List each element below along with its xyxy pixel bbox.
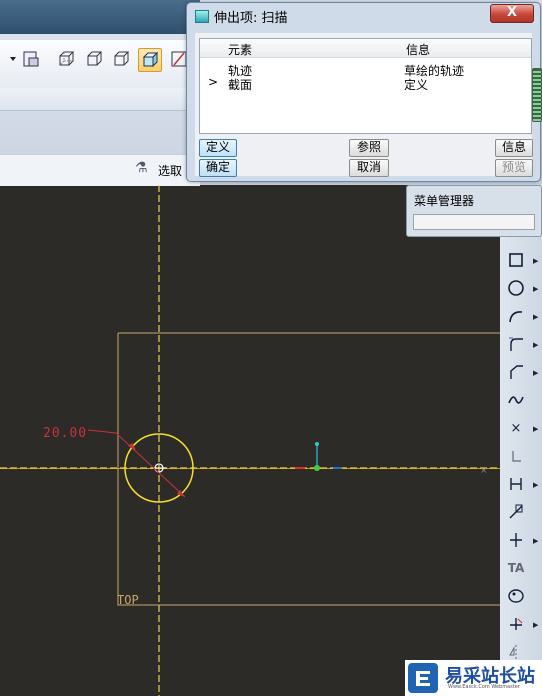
- dialog-title: 伸出项: 扫描: [214, 11, 288, 26]
- row-info: 定义: [404, 78, 429, 92]
- datum-plane-label: TOP: [117, 593, 139, 607]
- sketch-tools-toolbar: ▶ ▶ ▶ ▶ ▶ ▶ × ▶ ▶ ▶ TA ▶: [500, 185, 542, 660]
- close-button[interactable]: X: [490, 4, 534, 23]
- window-titlebar-strip: [0, 0, 200, 34]
- dialog-titlebar[interactable]: 伸出项: 扫描 X: [187, 3, 540, 27]
- dialog-app-icon: [195, 10, 209, 23]
- arc-icon[interactable]: [503, 305, 529, 327]
- watermark: 易采站长站 Www.Easck.Com Webmaster: [405, 660, 542, 696]
- text-icon[interactable]: TA: [503, 557, 529, 579]
- define-button[interactable]: 定义: [199, 139, 237, 157]
- menu-manager-list[interactable]: [413, 214, 535, 230]
- fillet-icon[interactable]: [503, 333, 529, 355]
- coordinate-system-icon[interactable]: [503, 445, 529, 467]
- palette-icon[interactable]: [503, 585, 529, 607]
- modify-icon[interactable]: [503, 501, 529, 523]
- scrollbar-grip[interactable]: [532, 68, 542, 122]
- constraint-icon[interactable]: [503, 529, 529, 551]
- column-header-element: 元素: [228, 43, 253, 57]
- reference-button[interactable]: 参照: [349, 139, 389, 157]
- menu-manager-title: 菜单管理器: [414, 194, 475, 208]
- element-table: 元素 信息 轨迹 草绘的轨迹 > 截面 定义: [199, 38, 532, 134]
- circle-icon[interactable]: [503, 277, 529, 299]
- trim-icon[interactable]: [503, 613, 529, 635]
- datum-plane-frame: [117, 332, 500, 606]
- wireframe-icon[interactable]: [55, 48, 77, 70]
- start-point-marker: [314, 465, 320, 471]
- ok-button[interactable]: 确定: [199, 159, 237, 177]
- preview-button[interactable]: 预览: [495, 159, 533, 177]
- table-row[interactable]: 轨迹 草绘的轨迹: [200, 62, 531, 78]
- row-marker: >: [208, 75, 219, 89]
- svg-text:×: ×: [480, 466, 488, 476]
- watermark-logo-icon: [408, 663, 438, 693]
- element-table-header: 元素 信息: [200, 39, 531, 58]
- spline-icon[interactable]: [503, 389, 529, 411]
- no-hidden-icon[interactable]: [110, 48, 132, 70]
- dimension-value-label[interactable]: 20.00: [43, 426, 87, 441]
- shading-icon[interactable]: [138, 48, 162, 72]
- dimension-icon[interactable]: [503, 473, 529, 495]
- view-manager-icon[interactable]: [20, 48, 42, 70]
- sweep-feature-dialog: 伸出项: 扫描 X 元素 信息 轨迹 草绘的轨迹 > 截面 定义 定义 参照 信…: [186, 2, 541, 182]
- point-icon[interactable]: ×: [503, 417, 529, 439]
- watermark-subtitle: Www.Easck.Com Webmaster: [448, 684, 520, 690]
- cancel-button[interactable]: 取消: [349, 159, 389, 177]
- table-row[interactable]: > 截面 定义: [200, 75, 531, 92]
- toolbar-row-secondary: [0, 88, 200, 111]
- row-element: 截面: [228, 78, 253, 92]
- rectangle-icon[interactable]: [503, 249, 529, 271]
- selection-filter-label[interactable]: 选取: [158, 162, 182, 179]
- dimension-leader: [87, 429, 186, 498]
- filter-icon[interactable]: ⚗: [135, 160, 148, 176]
- column-header-info: 信息: [406, 43, 431, 57]
- hidden-line-icon[interactable]: [83, 48, 105, 70]
- dialog-body: 元素 信息 轨迹 草绘的轨迹 > 截面 定义 定义 参照 信息 确定 取消 预览: [195, 33, 533, 177]
- menu-manager-panel: 菜单管理器: [406, 185, 542, 237]
- chamfer-icon[interactable]: [503, 361, 529, 383]
- info-button[interactable]: 信息: [495, 139, 533, 157]
